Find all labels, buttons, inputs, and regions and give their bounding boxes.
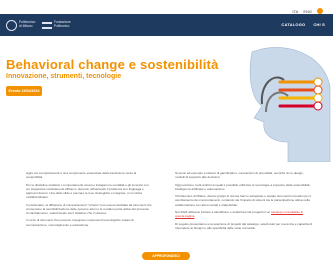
head-arrows-graphic	[249, 47, 331, 162]
paragraph: Il Politecnico di Milano, diversi gruppi…	[175, 194, 312, 207]
paragraph: Il corso di strumenti che possono insegn…	[26, 218, 134, 227]
top-strip	[0, 0, 333, 6]
paragraph: Per le discipline studiano i comportamen…	[26, 182, 149, 200]
lang-eng[interactable]: ENG	[303, 9, 312, 14]
fondazione-logo[interactable]: Fondazione Politecnico	[42, 17, 72, 33]
nav-catalogo[interactable]: CATALOGO	[281, 22, 305, 27]
approfondisci-button[interactable]: APPROFONDISCI	[142, 252, 190, 260]
intro-column-right: Si pensi ad esempio a sistemi di gamific…	[175, 171, 313, 233]
paragraph: In particolare, la diffusione di comport…	[26, 202, 152, 215]
intro-column-left: Agire sui comportamenti è una componente…	[26, 171, 152, 230]
paragraph-with-link: Nel 2024 abbiamo iniziato a identificare…	[175, 210, 313, 218]
paragraph: Oggi esistono molti ambiti nei quali è p…	[175, 182, 311, 191]
fondazione-mark-icon	[42, 21, 52, 29]
paragraph: Agire sui comportamenti è una componente…	[26, 171, 137, 180]
event-badge[interactable]: Evento 19/04/2024	[6, 86, 42, 96]
main-nav: CATALOGO CHI S	[281, 22, 325, 27]
paragraph: Di seguito presentiamo una selezione di …	[175, 221, 313, 230]
fondazione-logo-text: Fondazione Politecnico	[54, 20, 71, 28]
paragraph: Si pensi ad esempio a sistemi di gamific…	[175, 171, 304, 180]
polimi-logo-text: Politecnico di Milano	[19, 20, 36, 28]
page-subtitle: Innovazione, strumenti, tecnologie	[6, 73, 122, 80]
polimi-logo[interactable]: Politecnico di Milano	[6, 17, 38, 33]
page-title: Behavioral change e sostenibilità	[6, 57, 219, 72]
nav-chi-siamo[interactable]: CHI S	[313, 22, 325, 27]
seal-icon	[6, 19, 17, 31]
lang-ita[interactable]: ITA	[292, 9, 298, 14]
